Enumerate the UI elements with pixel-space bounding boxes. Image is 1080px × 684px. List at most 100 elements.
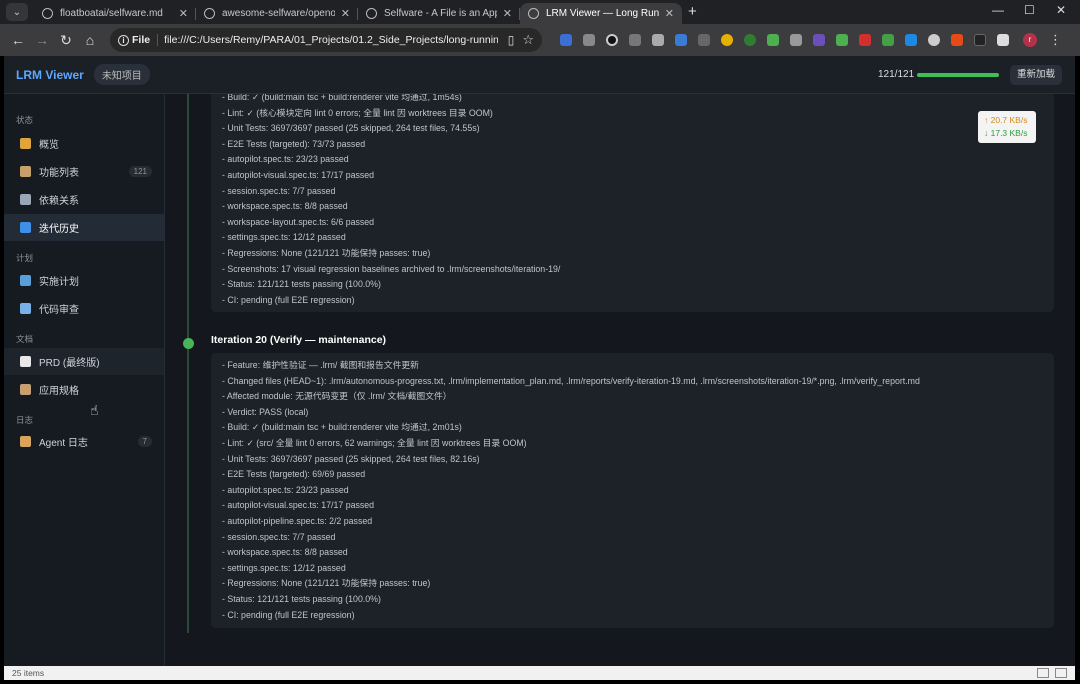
scroll-icon [20, 436, 31, 447]
iteration-log-line: - workspace.spec.ts: 8/8 passed [222, 201, 348, 212]
url-text[interactable]: file:///C:/Users/Remy/PARA/01_Projects/0… [164, 34, 498, 46]
sidebar-item-overview[interactable]: 概览 [4, 130, 164, 157]
iteration-log-line: - Screenshots: 17 visual regression base… [222, 263, 561, 274]
globe-icon [528, 8, 539, 19]
extension-icon[interactable] [675, 34, 687, 46]
link-icon [20, 194, 31, 205]
new-tab-button[interactable]: + [688, 3, 697, 20]
iteration-log-line: - autopilot-pipeline.spec.ts: 2/2 passed [222, 515, 373, 526]
extension-icon[interactable] [744, 34, 756, 46]
sidebar-item-implementation-plan[interactable]: 实施计划 [4, 267, 164, 294]
extensions-bar [560, 34, 1009, 46]
extension-icon[interactable] [560, 34, 572, 46]
reload-icon[interactable]: ↻ [54, 32, 78, 49]
extension-icon[interactable] [882, 34, 894, 46]
document-icon [20, 356, 31, 367]
profile-avatar[interactable]: r [1023, 33, 1037, 47]
browser-tab[interactable]: floatboatai/selfware.md ✕ [34, 3, 196, 24]
sidebar-item-label: 迭代历史 [39, 224, 79, 235]
extension-icon[interactable] [767, 34, 779, 46]
iteration-log-line: - Changed files (HEAD~1): .lrm/autonomou… [222, 375, 920, 386]
minimize-button[interactable]: — [992, 3, 1004, 17]
app-brand: LRM Viewer [16, 67, 84, 82]
iteration-card: - Build: ✓ (build:main tsc + build:rende… [211, 94, 1054, 313]
sidebar-item-label: 应用规格 [39, 386, 79, 397]
close-icon[interactable]: ✕ [341, 7, 350, 20]
section-label-docs: 文档 [16, 334, 34, 344]
progress-count: 121/121 [878, 69, 915, 80]
ruler-icon [20, 384, 31, 395]
tab-search-button[interactable]: ⌄ [6, 3, 28, 21]
sidebar-item-iteration-history[interactable]: 迭代历史 [4, 214, 164, 241]
page-icon[interactable]: ▯ [508, 33, 515, 47]
iteration-log-line: - E2E Tests (targeted): 73/73 passed [222, 138, 366, 149]
iteration-log-line: - workspace.spec.ts: 8/8 passed [222, 547, 348, 558]
sidebar-item-dependencies[interactable]: 依赖关系 [4, 186, 164, 213]
progress-fill [917, 73, 999, 77]
browser-toolbar: ← → ↻ ⌂ i File file:///C:/Users/Remy/PAR… [0, 24, 1080, 56]
timeline-line [187, 94, 189, 633]
window-close-button[interactable]: ✕ [1056, 3, 1066, 17]
home-icon[interactable]: ⌂ [78, 32, 102, 48]
close-icon[interactable]: ✕ [503, 7, 512, 20]
iteration-log-line: - Lint: ✓ (核心模块定向 lint 0 errors; 全量 lint… [222, 107, 493, 118]
extension-icon[interactable] [790, 34, 802, 46]
extension-icon[interactable] [974, 34, 986, 46]
extension-icon[interactable] [813, 34, 825, 46]
sidebar-item-app-spec[interactable]: 应用规格 [4, 376, 164, 403]
browser-menu-icon[interactable]: ⋮ [1049, 32, 1062, 48]
map-icon [20, 275, 31, 286]
iteration-log-line: - Status: 121/121 tests passing (100.0%) [222, 279, 381, 290]
extensions-puzzle-icon[interactable] [997, 34, 1009, 46]
extension-icon[interactable] [583, 34, 595, 46]
extension-icon[interactable] [951, 34, 963, 46]
sidebar-item-code-review[interactable]: 代码审查 [4, 295, 164, 322]
sidebar-item-label: 概览 [39, 140, 59, 151]
bookmark-star-icon[interactable]: ☆ [522, 32, 534, 48]
browser-tab-active[interactable]: LRM Viewer — Long Running M ✕ [520, 3, 682, 24]
download-speed: ↓ 17.3 KB/s [984, 128, 1028, 138]
extension-icon[interactable] [606, 34, 618, 46]
extension-icon[interactable] [905, 34, 917, 46]
sidebar-item-features[interactable]: 功能列表 121 [4, 158, 164, 185]
iteration-log-line: - Regressions: None (121/121 功能保持 passes… [222, 247, 431, 258]
extension-icon[interactable] [721, 34, 733, 46]
view-toggle [1037, 668, 1067, 678]
iteration-log-line: - Status: 121/121 tests passing (100.0%) [222, 593, 381, 604]
iteration-log-line: - Regressions: None (121/121 功能保持 passes… [222, 578, 431, 589]
extension-icon[interactable] [629, 34, 641, 46]
sidebar-item-label: 实施计划 [39, 277, 79, 288]
sidebar-item-prd[interactable]: PRD (最终版) [4, 348, 164, 375]
extension-icon[interactable] [652, 34, 664, 46]
close-icon[interactable]: ✕ [665, 7, 674, 20]
progress-bar [917, 73, 999, 77]
section-label-status: 状态 [16, 115, 34, 125]
section-label-plan: 计划 [16, 253, 34, 263]
iteration-log-line: - autopilot-visual.spec.ts: 17/17 passed [222, 500, 375, 511]
details-view-icon[interactable] [1037, 668, 1049, 678]
tab-title: floatboatai/selfware.md [60, 8, 163, 19]
tiles-view-icon[interactable] [1055, 668, 1067, 678]
sidebar-item-agent-log[interactable]: Agent 日志 7 [4, 428, 164, 455]
iteration-history-panel: - Build: ✓ (build:main tsc + build:rende… [165, 94, 1075, 666]
tab-title: awesome-selfware/openoffice.c [222, 8, 335, 19]
download-icon[interactable] [698, 34, 710, 46]
iteration-log-line: - autopilot.spec.ts: 23/23 passed [222, 154, 349, 165]
close-icon[interactable]: ✕ [179, 7, 188, 20]
address-bar[interactable]: i File file:///C:/Users/Remy/PARA/01_Pro… [110, 28, 542, 52]
extension-icon[interactable] [836, 34, 848, 46]
section-label-logs: 日志 [16, 415, 34, 425]
extension-icon[interactable] [859, 34, 871, 46]
iteration-log-line: - Build: ✓ (build:main tsc + build:rende… [222, 94, 462, 102]
maximize-button[interactable]: ☐ [1024, 3, 1035, 17]
forward-button[interactable]: → [30, 32, 54, 48]
back-button[interactable]: ← [6, 32, 30, 48]
site-info-chip[interactable]: i File [118, 34, 159, 46]
extension-icon[interactable] [928, 34, 940, 46]
tab-title: Selfware - A File is an App [384, 8, 497, 19]
iteration-log-line: - Verdict: PASS (local) [222, 406, 309, 417]
reload-button[interactable]: 重新加载 [1010, 65, 1062, 85]
browser-tab[interactable]: awesome-selfware/openoffice.c ✕ [196, 3, 358, 24]
count-badge: 121 [128, 166, 152, 177]
browser-tab[interactable]: Selfware - A File is an App ✕ [358, 3, 520, 24]
